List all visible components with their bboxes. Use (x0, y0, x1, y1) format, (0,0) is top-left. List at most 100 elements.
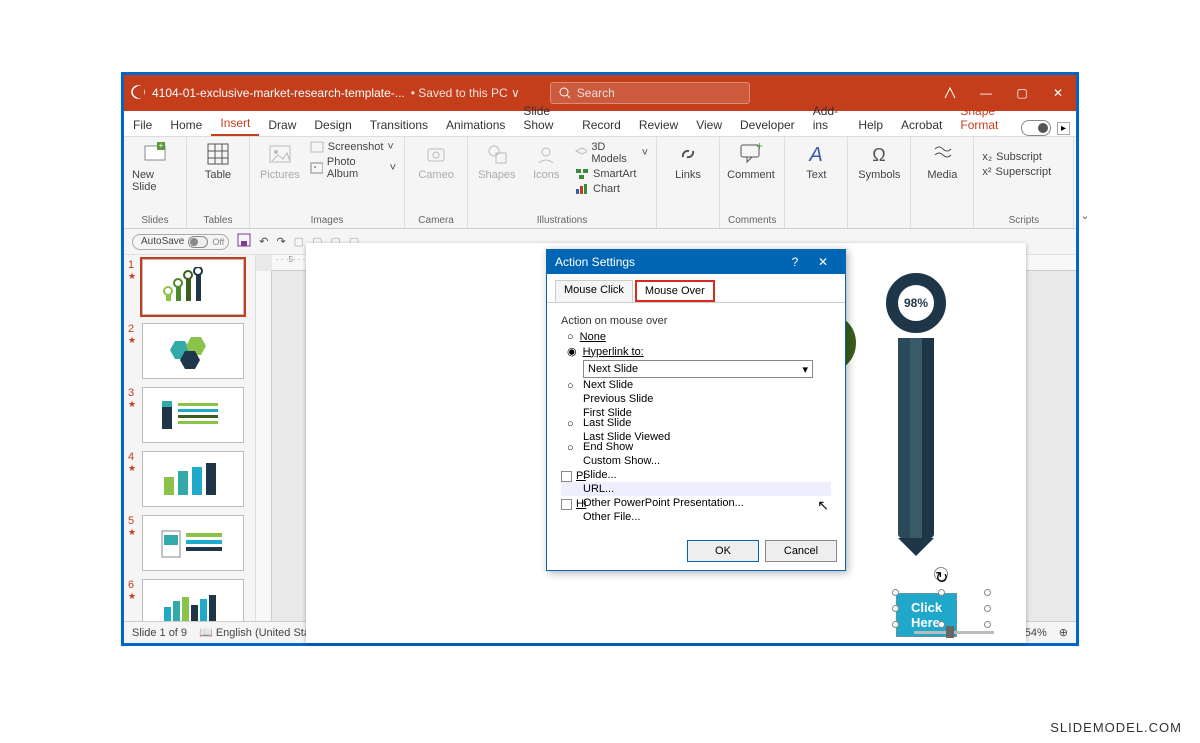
list-item[interactable]: Slide... (561, 468, 831, 482)
action-settings-dialog: Action Settings ? ✕ Mouse Click Mouse Ov… (546, 249, 846, 571)
camera-toggle[interactable] (1021, 120, 1051, 136)
list-item[interactable]: Next Slide (561, 378, 831, 392)
ribbon-expand-icon[interactable]: ⌄ (1080, 209, 1089, 222)
3d-models-button[interactable]: 3D Models ˅ (575, 141, 648, 165)
chart-button[interactable]: Chart (575, 183, 648, 195)
zoom-slider[interactable] (914, 631, 994, 634)
app-window: 4104-01-exclusive-market-research-templa… (121, 72, 1079, 646)
selection-handle[interactable] (984, 621, 991, 628)
tab-mouse-click[interactable]: Mouse Click (555, 280, 633, 302)
search-placeholder: Search (577, 86, 615, 100)
smartart-button[interactable]: SmartArt (575, 168, 648, 180)
tab-developer[interactable]: Developer (731, 114, 804, 136)
tab-view[interactable]: View (687, 114, 731, 136)
tab-record[interactable]: Record (573, 114, 630, 136)
selection-handle[interactable] (892, 605, 899, 612)
titlebar: 4104-01-exclusive-market-research-templa… (124, 75, 1076, 111)
tab-insert[interactable]: Insert (211, 112, 259, 136)
tab-draw[interactable]: Draw (259, 114, 305, 136)
canvas-area: · · ·5· · · ·4· · · ·6· · · ·7· · · ·8· … (256, 255, 1076, 621)
ok-button[interactable]: OK (687, 540, 759, 562)
comment-button[interactable]: +Comment (728, 141, 774, 181)
slide-thumbnails[interactable]: 1★ 2★ 3★ 4★ 5★ 6★ 7 (124, 255, 256, 621)
fit-to-window-icon[interactable]: ⊕ (1059, 626, 1068, 639)
thumbnail-3[interactable] (142, 387, 244, 443)
pencil-gauge-dark[interactable]: 98% (896, 283, 936, 556)
tab-shape-format[interactable]: Shape Format (951, 100, 1021, 136)
text-button[interactable]: AText (793, 141, 839, 181)
list-item[interactable]: End Show (561, 440, 831, 454)
superscript-button[interactable]: x² Superscript (982, 166, 1065, 178)
list-item[interactable]: Last Slide (561, 416, 831, 430)
svg-text:+: + (159, 142, 164, 150)
list-item[interactable]: Previous Slide (561, 392, 831, 406)
tab-animations[interactable]: Animations (437, 114, 514, 136)
pencil-value: 98% (904, 296, 928, 310)
tab-mouse-over[interactable]: Mouse Over (635, 280, 715, 302)
tab-acrobat[interactable]: Acrobat (892, 114, 951, 136)
rotate-handle-icon[interactable]: ↻ (934, 567, 948, 581)
zoom-level[interactable]: 54% (1025, 627, 1047, 639)
tab-design[interactable]: Design (305, 114, 360, 136)
close-button[interactable]: ✕ (1040, 75, 1076, 111)
tab-transitions[interactable]: Transitions (361, 114, 437, 136)
links-button[interactable]: Links (665, 141, 711, 181)
selection-handle[interactable] (938, 621, 945, 628)
redo-icon[interactable]: ↷ (276, 235, 285, 248)
powerpoint-icon (124, 84, 152, 103)
list-item[interactable]: Other PowerPoint Presentation... (561, 496, 831, 510)
radio-none[interactable]: ○None (567, 331, 831, 343)
saved-status[interactable]: • Saved to this PC ∨ (411, 86, 520, 100)
menu-tabs: File Home Insert Draw Design Transitions… (124, 111, 1076, 137)
tab-review[interactable]: Review (630, 114, 687, 136)
cameo-button[interactable]: Cameo (413, 141, 459, 181)
list-item[interactable]: URL... (561, 482, 831, 496)
tab-addins[interactable]: Add-ins (804, 100, 850, 136)
screenshot-button[interactable]: Screenshot ˅ (310, 141, 396, 153)
undo-icon[interactable]: ↶ (259, 235, 268, 248)
dialog-close-icon[interactable]: ✕ (809, 255, 837, 269)
subscript-button[interactable]: x₂ Subscript (982, 151, 1065, 163)
new-slide-button[interactable]: +New Slide (132, 141, 178, 193)
selection-handle[interactable] (984, 589, 991, 596)
autosave-toggle[interactable]: AutoSave Off (132, 234, 229, 250)
svg-text:A: A (809, 144, 823, 165)
selection-handle[interactable] (984, 605, 991, 612)
slide-counter[interactable]: Slide 1 of 9 (132, 627, 187, 639)
radio-hyperlink[interactable]: ◉Hyperlink to: (567, 345, 831, 358)
symbols-button[interactable]: ΩSymbols (856, 141, 902, 181)
shapes-button[interactable]: Shapes (476, 141, 517, 195)
photo-album-button[interactable]: Photo Album ˅ (310, 156, 396, 180)
dialog-titlebar[interactable]: Action Settings ? ✕ (547, 250, 845, 274)
hyperlink-combo[interactable]: Next Slide▾ (583, 360, 813, 378)
selection-handle[interactable] (938, 589, 945, 596)
ribbon-collapse-icon[interactable]: ▸ (1057, 122, 1070, 135)
selection-handle[interactable] (892, 589, 899, 596)
work-area: 1★ 2★ 3★ 4★ 5★ 6★ 7 · · ·5· · · ·4· · · … (124, 255, 1076, 621)
qat-icon[interactable]: ▢ (294, 235, 304, 248)
table-button[interactable]: Table (195, 141, 241, 181)
svg-text:+: + (756, 143, 763, 153)
dialog-help-icon[interactable]: ? (781, 255, 809, 269)
media-button[interactable]: Media (919, 141, 965, 181)
thumbnail-2[interactable] (142, 323, 244, 379)
thumbnail-4[interactable] (142, 451, 244, 507)
tab-file[interactable]: File (124, 114, 161, 136)
icons-button[interactable]: Icons (526, 141, 567, 195)
tab-home[interactable]: Home (161, 114, 211, 136)
list-item[interactable]: Other File... (561, 510, 831, 524)
selection-handle[interactable] (892, 621, 899, 628)
thumbnail-1[interactable] (142, 259, 244, 315)
thumbnail-5[interactable] (142, 515, 244, 571)
ribbon: +New Slide Slides Table Tables Pictures … (124, 137, 1076, 229)
thumbnail-6[interactable] (142, 579, 244, 621)
pictures-button[interactable]: Pictures (258, 141, 302, 181)
list-item[interactable]: Custom Show... (561, 454, 831, 468)
search-input[interactable]: Search (550, 82, 750, 104)
tab-slideshow[interactable]: Slide Show (514, 100, 573, 136)
tab-help[interactable]: Help (849, 114, 892, 136)
cancel-button[interactable]: Cancel (765, 540, 837, 562)
section-label: Action on mouse over (561, 315, 831, 327)
save-icon[interactable] (237, 233, 251, 250)
file-name: 4104-01-exclusive-market-research-templa… (152, 86, 405, 100)
